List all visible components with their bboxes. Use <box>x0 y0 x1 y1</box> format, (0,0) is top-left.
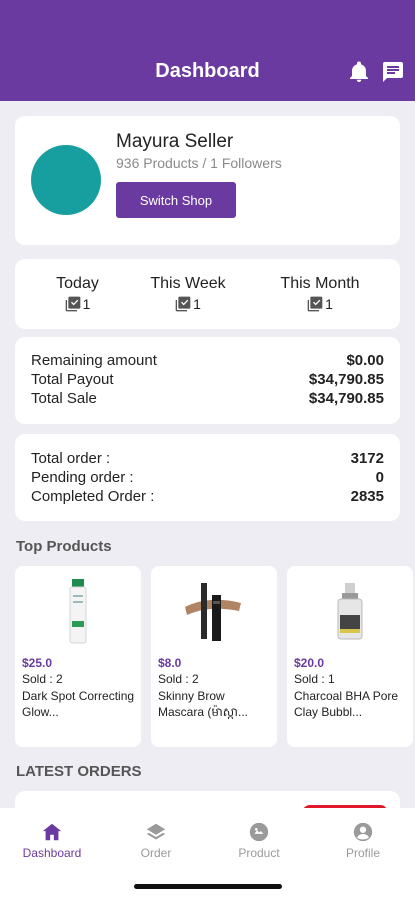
user-icon <box>353 822 373 842</box>
seller-name: Mayura Seller <box>116 131 234 152</box>
tab-profile[interactable]: Profile <box>318 821 408 860</box>
order-stack-icon <box>175 296 191 312</box>
app-bar: Dashboard <box>0 0 415 101</box>
seller-stats: 936 Products / 1 Followers <box>116 155 282 171</box>
bell-icon[interactable] <box>347 60 371 84</box>
period-count: 1 <box>325 296 333 312</box>
tab-order[interactable]: Order <box>111 821 201 860</box>
tab-label: Profile <box>345 846 380 860</box>
row-label: Remaining amount <box>31 352 157 369</box>
period-label: This Week <box>150 275 226 292</box>
product-name: Charcoal BHA Pore Clay Bubbl... <box>294 689 399 719</box>
product-image <box>151 572 277 652</box>
period-today[interactable]: Today 1 <box>45 275 110 317</box>
product-price: $25.0 <box>22 656 53 670</box>
row-label: Total Sale <box>31 390 97 407</box>
amounts-card: Remaining amount $0.00 Total Payout $34,… <box>15 337 400 424</box>
total-sale-row: Total Sale $34,790.85 <box>31 390 384 407</box>
orders-card: Total order : 3172 Pending order : 0 Com… <box>15 434 400 521</box>
product-name: Dark Spot Correcting Glow... <box>22 689 135 719</box>
tab-dashboard[interactable]: Dashboard <box>7 821 97 860</box>
tab-label: Product <box>238 846 280 860</box>
order-stack-icon <box>307 296 323 312</box>
period-this-week[interactable]: This Week 1 <box>143 275 233 317</box>
latest-orders-heading: LATEST ORDERS <box>16 763 142 780</box>
period-count: 1 <box>193 296 201 312</box>
product-card[interactable]: $8.0 Sold : 2 Skinny Brow Mascara (ម៉ាស្… <box>151 566 277 747</box>
remaining-amount-row: Remaining amount $0.00 <box>31 352 384 369</box>
row-value: $34,790.85 <box>308 371 384 388</box>
product-name: Skinny Brow Mascara (ម៉ាស្កា... <box>158 689 249 719</box>
row-label: Completed Order : <box>31 488 155 505</box>
seller-profile-card: Mayura Seller 936 Products / 1 Followers… <box>15 116 400 245</box>
product-card[interactable]: $20.0 Sold : 1 Charcoal BHA Pore Clay Bu… <box>287 566 413 747</box>
pending-order-row: Pending order : 0 <box>31 469 384 486</box>
row-value: 2835 <box>350 488 384 505</box>
period-summary-card: Today 1 This Week 1 This Month 1 <box>15 259 400 329</box>
product-image <box>287 572 413 652</box>
product-icon <box>249 822 269 842</box>
home-indicator <box>134 884 282 889</box>
tab-product[interactable]: Product <box>214 821 304 860</box>
period-this-month[interactable]: This Month 1 <box>270 275 370 317</box>
row-label: Pending order : <box>31 469 134 486</box>
product-sold: Sold : 1 <box>294 672 335 686</box>
product-image <box>15 572 141 652</box>
switch-shop-button[interactable]: Switch Shop <box>116 182 236 218</box>
row-value: $0.00 <box>346 352 384 369</box>
total-payout-row: Total Payout $34,790.85 <box>31 371 384 388</box>
product-price: $8.0 <box>158 656 182 670</box>
row-value: $34,790.85 <box>308 390 384 407</box>
period-count: 1 <box>82 296 91 312</box>
tab-label: Order <box>140 846 172 860</box>
row-value: 0 <box>375 469 384 486</box>
total-order-row: Total order : 3172 <box>31 450 384 467</box>
chat-icon[interactable] <box>381 60 405 84</box>
row-value: 3172 <box>350 450 384 467</box>
tab-label: Dashboard <box>22 846 82 860</box>
avatar <box>31 145 101 215</box>
period-label: Today <box>56 275 99 292</box>
product-price: $20.0 <box>294 656 325 670</box>
layers-icon <box>146 823 166 840</box>
top-products-heading: Top Products <box>16 538 112 555</box>
product-sold: Sold : 2 <box>158 672 199 686</box>
row-label: Total order : <box>31 450 111 467</box>
completed-order-row: Completed Order : 2835 <box>31 488 384 505</box>
order-stack-icon <box>65 296 80 312</box>
period-label: This Month <box>280 275 360 292</box>
product-card[interactable]: $25.0 Sold : 2 Dark Spot Correcting Glow… <box>15 566 141 747</box>
row-label: Total Payout <box>31 371 114 388</box>
home-icon <box>42 823 62 841</box>
product-sold: Sold : 2 <box>22 672 63 686</box>
